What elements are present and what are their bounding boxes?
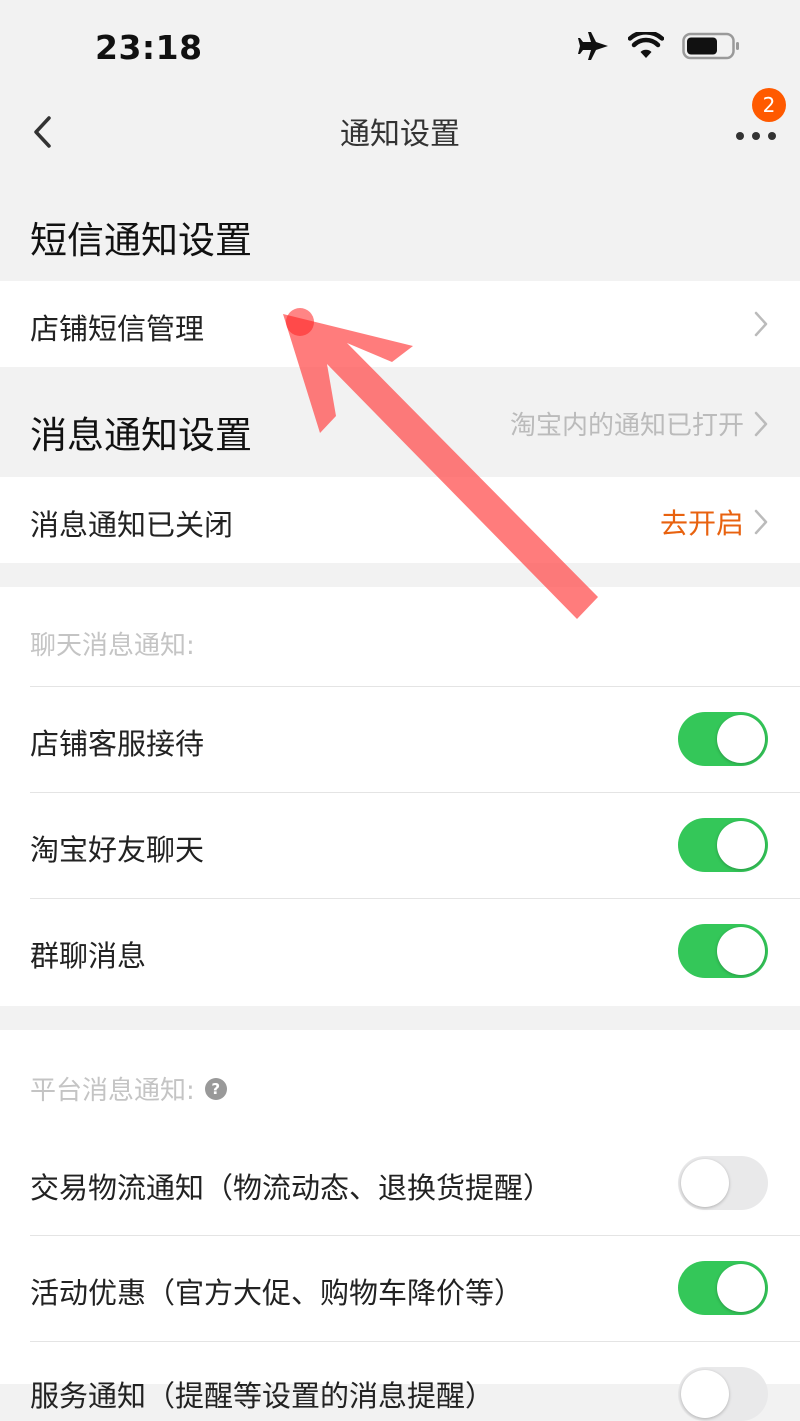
- chat-item-label: 淘宝好友聊天: [30, 833, 205, 867]
- toggle-knob: [717, 1264, 765, 1312]
- status-icons: [578, 30, 740, 62]
- divider: [30, 686, 800, 687]
- more-dot-icon: [752, 132, 760, 140]
- msg-section-hint[interactable]: 淘宝内的通知已打开: [510, 405, 768, 442]
- chat-item-label: 店铺客服接待: [30, 727, 205, 761]
- chevron-right-icon: [754, 411, 768, 436]
- chat-subhead: 聊天消息通知:: [30, 625, 195, 662]
- notification-badge: 2: [752, 88, 786, 122]
- msg-section-title: 消息通知设置: [30, 414, 252, 457]
- divider: [30, 792, 800, 793]
- sms-section-header: 短信通知设置: [0, 175, 800, 281]
- nav-bar: 通知设置: [0, 95, 800, 175]
- airplane-icon: [578, 32, 608, 60]
- more-dot-icon: [768, 132, 776, 140]
- toggle-service-notify[interactable]: [678, 1367, 768, 1421]
- toggle-knob: [681, 1159, 729, 1207]
- chat-item-label: 群聊消息: [30, 939, 147, 973]
- toggle-knob: [717, 821, 765, 869]
- divider: [30, 1341, 800, 1342]
- page-title: 通知设置: [340, 117, 460, 152]
- toggle-friend-chat[interactable]: [678, 818, 768, 872]
- divider: [30, 898, 800, 899]
- platform-subhead: 平台消息通知: ?: [30, 1070, 227, 1107]
- battery-icon: [682, 32, 739, 60]
- toggle-knob: [717, 927, 765, 975]
- msg-section-header: 消息通知设置 淘宝内的通知已打开: [0, 367, 800, 477]
- status-time: 23:18: [95, 28, 203, 67]
- sms-manage-row[interactable]: 店铺短信管理: [0, 281, 800, 367]
- platform-item-label: 交易物流通知（物流动态、退换货提醒）: [30, 1171, 553, 1205]
- toggle-knob: [717, 715, 765, 763]
- platform-item-label: 活动优惠（官方大促、购物车降价等）: [30, 1276, 524, 1310]
- platform-notifications-card: 平台消息通知: ? 交易物流通知（物流动态、退换货提醒） 活动优惠（官方大促、购…: [0, 1030, 800, 1421]
- sms-manage-label: 店铺短信管理: [30, 312, 205, 346]
- toggle-group-chat[interactable]: [678, 924, 768, 978]
- toggle-promotions[interactable]: [678, 1261, 768, 1315]
- sms-section-title: 短信通知设置: [30, 219, 252, 262]
- help-icon[interactable]: ?: [204, 1077, 227, 1100]
- toggle-logistics[interactable]: [678, 1156, 768, 1210]
- wifi-icon: [628, 32, 664, 58]
- msg-status-row[interactable]: 消息通知已关闭 去开启: [0, 477, 800, 563]
- platform-item-label: 服务通知（提醒等设置的消息提醒）: [30, 1379, 495, 1413]
- enable-notifications-link[interactable]: 去开启: [660, 502, 768, 542]
- enable-notifications-text: 去开启: [659, 507, 744, 540]
- msg-section-hint-text: 淘宝内的通知已打开: [509, 411, 744, 441]
- chevron-right-icon: [754, 509, 768, 535]
- toggle-knob: [681, 1370, 729, 1418]
- status-bar: 23:18: [0, 0, 800, 95]
- more-dot-icon: [736, 132, 744, 140]
- toggle-store-service[interactable]: [678, 712, 768, 766]
- platform-subhead-text: 平台消息通知:: [30, 1076, 195, 1106]
- chat-notifications-card: 聊天消息通知: 店铺客服接待 淘宝好友聊天 群聊消息: [0, 587, 800, 1006]
- divider: [30, 1235, 800, 1236]
- chat-subhead-text: 聊天消息通知:: [30, 631, 195, 661]
- chevron-right-icon: [754, 311, 768, 337]
- msg-status-label: 消息通知已关闭: [30, 508, 234, 542]
